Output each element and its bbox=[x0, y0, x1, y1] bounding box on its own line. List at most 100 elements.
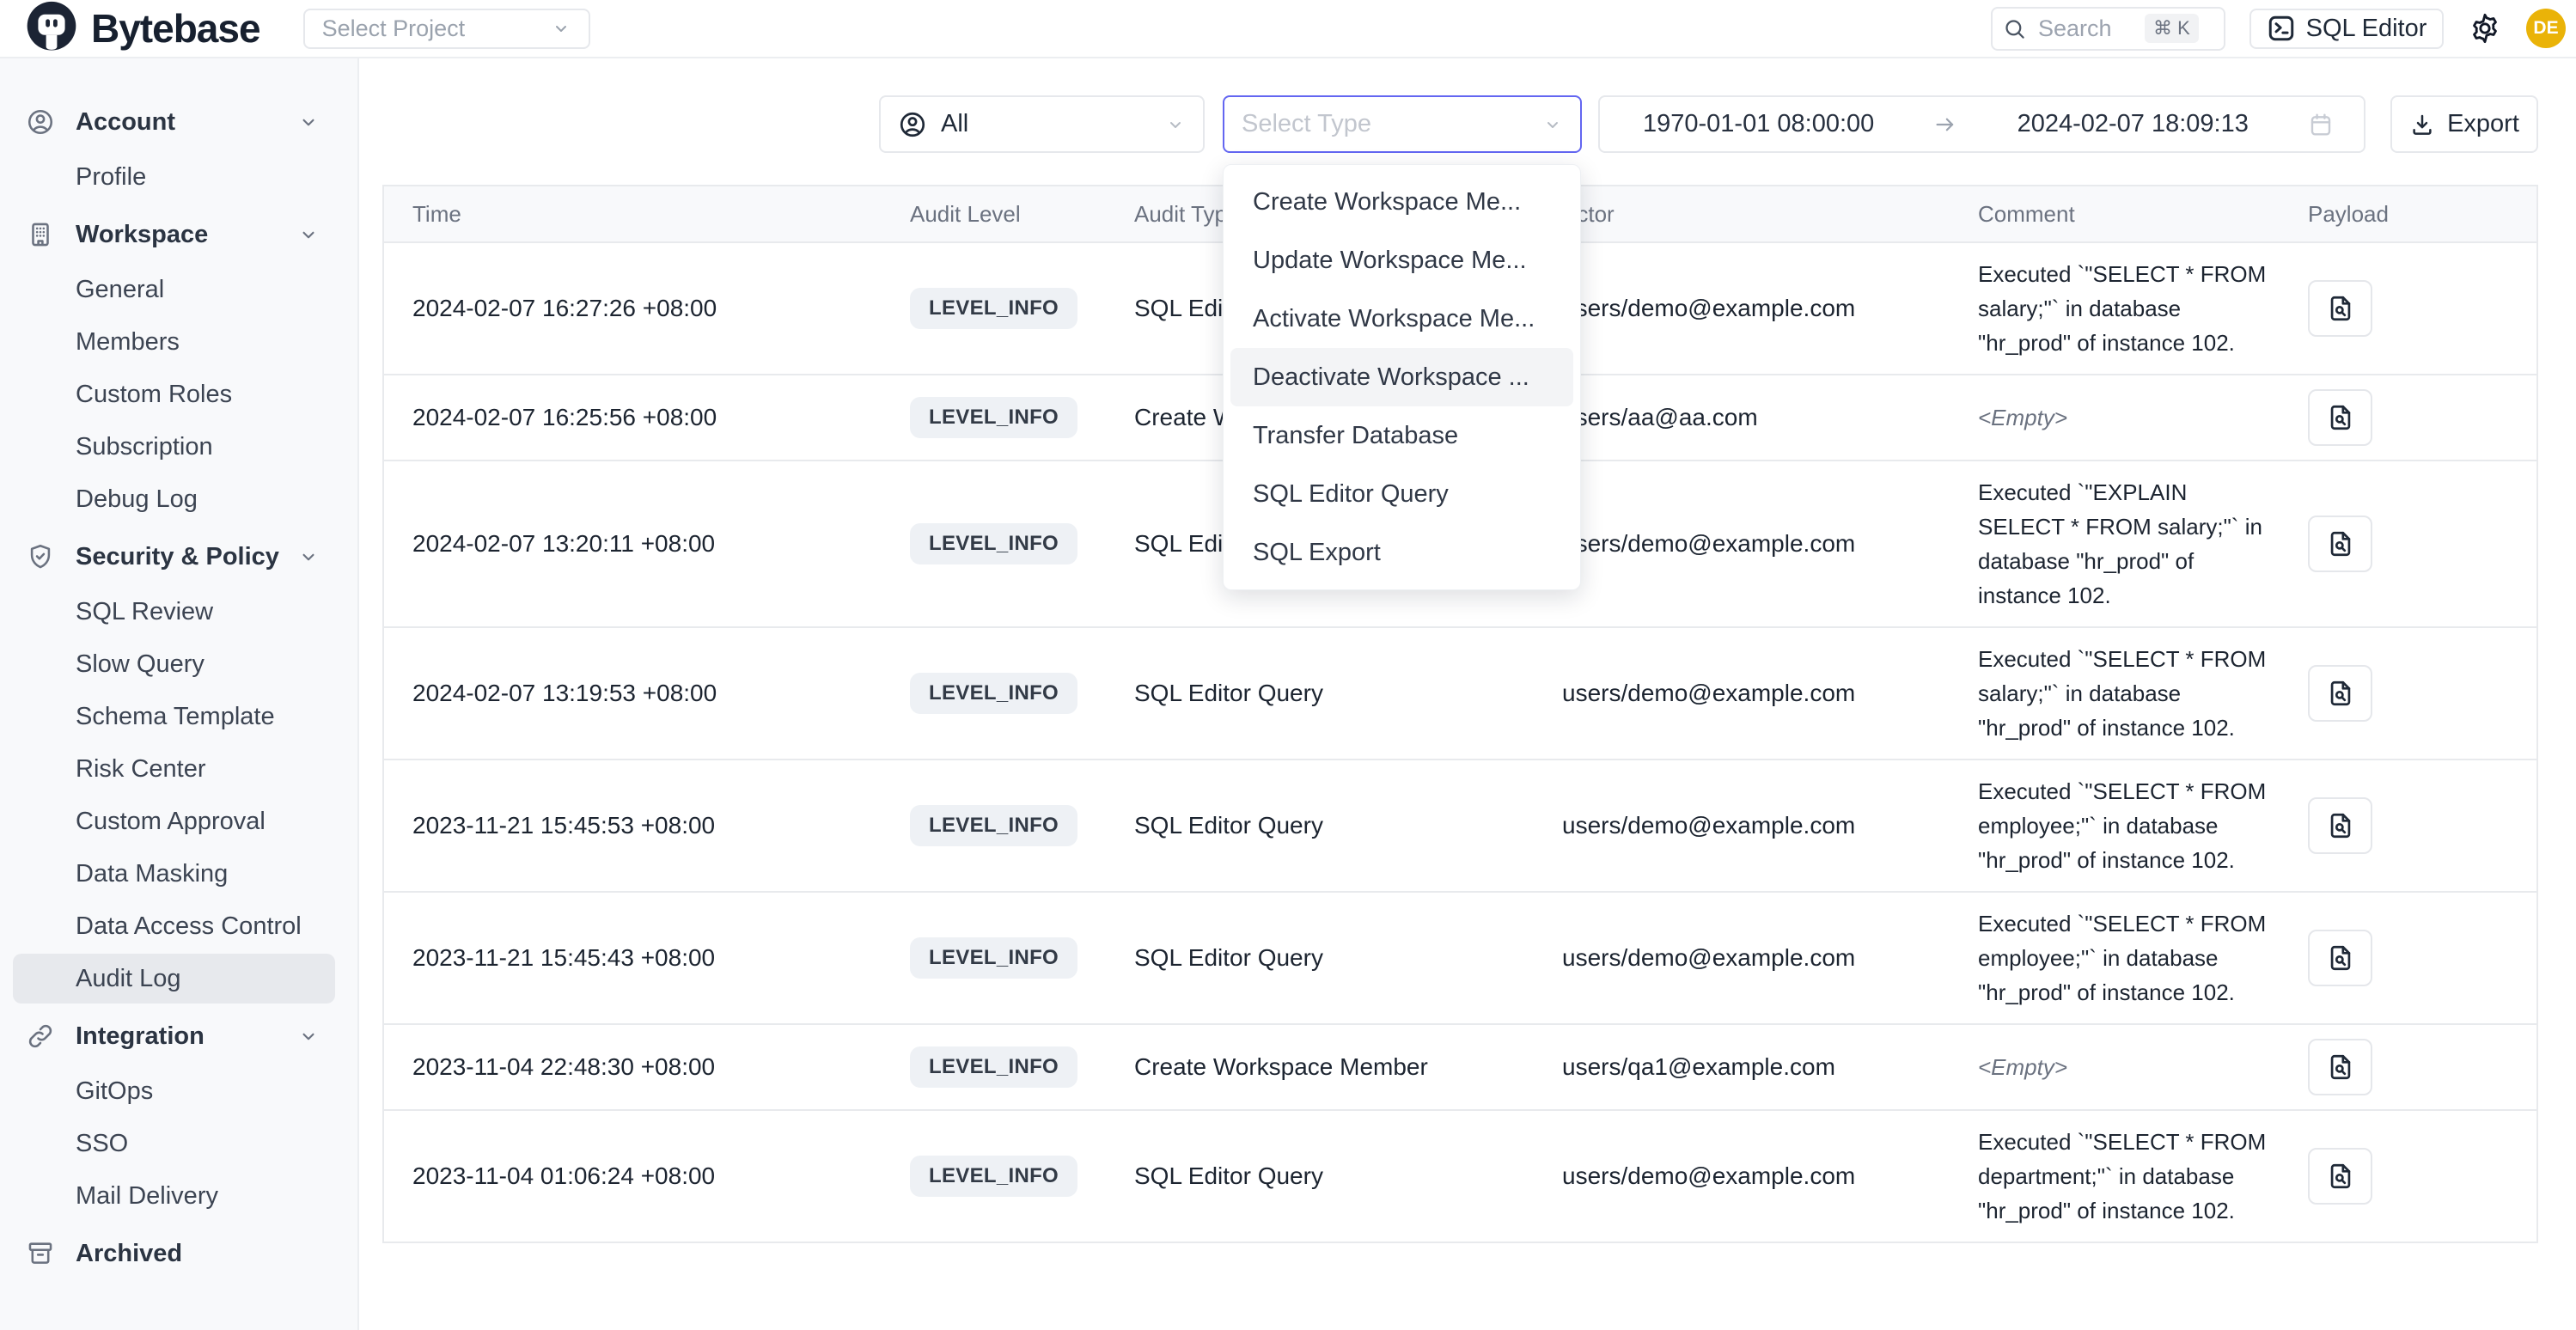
settings-button[interactable] bbox=[2468, 11, 2502, 46]
person-circle-icon bbox=[898, 110, 927, 139]
table-row: 2023-11-21 15:45:53 +08:00LEVEL_INFO SQL … bbox=[384, 760, 2536, 893]
empty-comment-value: <Empty> bbox=[1978, 1054, 2067, 1080]
payload-view-button[interactable] bbox=[2308, 665, 2372, 722]
table-row: 2023-11-21 15:45:43 +08:00LEVEL_INFOSQL … bbox=[384, 893, 2536, 1025]
sidebar-item-audit-log[interactable]: Audit Log bbox=[13, 954, 335, 1004]
search-box[interactable]: ⌘ K bbox=[1991, 7, 2225, 51]
sidebar-section-label: Archived bbox=[76, 1240, 332, 1268]
building-icon bbox=[26, 220, 55, 249]
sidebar-item-risk-center[interactable]: Risk Center bbox=[13, 744, 335, 794]
empty-comment-value: <Empty> bbox=[1978, 405, 2067, 430]
sidebar-item-custom-roles[interactable]: Custom Roles bbox=[13, 369, 335, 419]
project-select[interactable]: Select Project bbox=[303, 9, 590, 49]
sidebar-item-gitops[interactable]: GitOps bbox=[13, 1066, 335, 1116]
sidebar-item-data-access-control[interactable]: Data Access Control bbox=[13, 901, 335, 951]
actor-filter-select[interactable]: All bbox=[879, 95, 1205, 153]
user-circle-icon bbox=[26, 107, 55, 137]
cell-comment: Executed `"EXPLAIN SELECT * FROM salary;… bbox=[1978, 475, 2287, 613]
type-dropdown-menu: Create Workspace Me...Update Workspace M… bbox=[1223, 164, 1581, 590]
sidebar-section-archived[interactable]: Archived bbox=[0, 1226, 357, 1281]
sidebar-item-subscription[interactable]: Subscription bbox=[13, 422, 335, 472]
sidebar-item-slow-query[interactable]: Slow Query bbox=[13, 639, 335, 689]
cell-payload bbox=[2287, 930, 2536, 986]
payload-view-button[interactable] bbox=[2308, 930, 2372, 986]
cell-actor: users/demo@example.com bbox=[1562, 680, 1978, 707]
dropdown-option-sql-editor-query[interactable]: SQL Editor Query bbox=[1230, 465, 1573, 523]
download-icon bbox=[2409, 112, 2435, 137]
sidebar-section-label: Integration bbox=[76, 1022, 297, 1051]
table-row: 2023-11-04 01:06:24 +08:00LEVEL_INFOSQL … bbox=[384, 1111, 2536, 1243]
file-search-icon bbox=[2326, 1052, 2355, 1082]
actor-filter-value: All bbox=[941, 110, 1151, 138]
sidebar-item-sso[interactable]: SSO bbox=[13, 1119, 335, 1168]
chevron-down-icon bbox=[297, 546, 320, 568]
cell-time: 2023-11-21 15:45:53 +08:00 bbox=[384, 812, 910, 839]
sidebar-item-debug-log[interactable]: Debug Log bbox=[13, 474, 335, 524]
sidebar-item-mail-delivery[interactable]: Mail Delivery bbox=[13, 1171, 335, 1221]
sidebar-section-integration[interactable]: Integration bbox=[0, 1009, 357, 1064]
avatar[interactable]: DE bbox=[2526, 9, 2566, 48]
cell-audit-type: Create Workspace Member bbox=[1134, 1053, 1562, 1081]
payload-view-button[interactable] bbox=[2308, 516, 2372, 572]
payload-view-button[interactable] bbox=[2308, 389, 2372, 446]
chevron-down-icon bbox=[297, 223, 320, 246]
search-icon bbox=[2003, 17, 2026, 40]
sidebar-item-profile[interactable]: Profile bbox=[13, 152, 335, 202]
cell-audit-level: LEVEL_INFO bbox=[910, 937, 1134, 979]
chevron-down-icon bbox=[1542, 114, 1563, 135]
payload-view-button[interactable] bbox=[2308, 1039, 2372, 1095]
sidebar-section-security-policy[interactable]: Security & Policy bbox=[0, 529, 357, 584]
cell-actor: users/demo@example.com bbox=[1562, 812, 1978, 839]
column-header-level: Audit Level bbox=[910, 201, 1134, 228]
file-search-icon bbox=[2326, 529, 2355, 558]
dropdown-option-create-workspace-me[interactable]: Create Workspace Me... bbox=[1230, 173, 1573, 231]
sql-editor-button[interactable]: SQL Editor bbox=[2249, 9, 2444, 49]
sidebar-item-members[interactable]: Members bbox=[13, 317, 335, 367]
dropdown-option-transfer-database[interactable]: Transfer Database bbox=[1230, 406, 1573, 465]
file-search-icon bbox=[2326, 403, 2355, 432]
column-header-time: Time bbox=[384, 201, 910, 228]
sidebar-section-account[interactable]: Account bbox=[0, 95, 357, 149]
table-row: 2024-02-07 13:19:53 +08:00LEVEL_INFOSQL … bbox=[384, 628, 2536, 760]
sidebar-item-sql-review[interactable]: SQL Review bbox=[13, 587, 335, 637]
cell-audit-level: LEVEL_INFO bbox=[910, 805, 1134, 846]
cell-actor: users/aa@aa.com bbox=[1562, 404, 1978, 431]
cell-comment: Executed `"SELECT * FROM salary;"` in da… bbox=[1978, 257, 2287, 360]
dropdown-option-sql-export[interactable]: SQL Export bbox=[1230, 523, 1573, 582]
sidebar-item-schema-template[interactable]: Schema Template bbox=[13, 692, 335, 741]
gear-icon bbox=[2468, 11, 2502, 46]
sidebar-section-workspace[interactable]: Workspace bbox=[0, 207, 357, 262]
dropdown-option-update-workspace-me[interactable]: Update Workspace Me... bbox=[1230, 231, 1573, 290]
cell-time: 2024-02-07 13:20:11 +08:00 bbox=[384, 530, 910, 558]
search-input[interactable] bbox=[2036, 15, 2134, 43]
cell-payload bbox=[2287, 389, 2536, 446]
brand[interactable]: Bytebase bbox=[22, 0, 260, 58]
cell-actor: users/demo@example.com bbox=[1562, 530, 1978, 558]
sidebar-item-custom-approval[interactable]: Custom Approval bbox=[13, 796, 335, 846]
cell-audit-level: LEVEL_INFO bbox=[910, 1156, 1134, 1197]
sidebar-item-general[interactable]: General bbox=[13, 265, 335, 314]
cell-payload bbox=[2287, 1148, 2536, 1205]
sidebar-section-label: Account bbox=[76, 108, 297, 137]
payload-view-button[interactable] bbox=[2308, 797, 2372, 854]
cell-payload bbox=[2287, 665, 2536, 722]
cell-payload bbox=[2287, 280, 2536, 337]
audit-level-badge: LEVEL_INFO bbox=[910, 805, 1077, 846]
topbar: Bytebase Select Project ⌘ K SQL Editor D bbox=[0, 0, 2576, 58]
cell-actor: users/qa1@example.com bbox=[1562, 1053, 1978, 1081]
payload-view-button[interactable] bbox=[2308, 280, 2372, 337]
dropdown-option-activate-workspace-me[interactable]: Activate Workspace Me... bbox=[1230, 290, 1573, 348]
cell-payload bbox=[2287, 797, 2536, 854]
cell-time: 2023-11-04 01:06:24 +08:00 bbox=[384, 1162, 910, 1190]
sidebar: AccountProfileWorkspaceGeneralMembersCus… bbox=[0, 57, 359, 1330]
dropdown-option-deactivate-workspace[interactable]: Deactivate Workspace ... bbox=[1230, 348, 1573, 406]
cell-audit-type: SQL Editor Query bbox=[1134, 812, 1562, 839]
sidebar-item-data-masking[interactable]: Data Masking bbox=[13, 849, 335, 899]
date-to-value: 2024-02-07 18:09:13 bbox=[2017, 110, 2249, 138]
export-button[interactable]: Export bbox=[2390, 95, 2538, 153]
date-range-picker[interactable]: 1970-01-01 08:00:00 2024-02-07 18:09:13 bbox=[1598, 95, 2365, 153]
cell-audit-level: LEVEL_INFO bbox=[910, 523, 1134, 564]
type-filter-select[interactable]: Select Type bbox=[1223, 95, 1582, 153]
file-search-icon bbox=[2326, 294, 2355, 323]
payload-view-button[interactable] bbox=[2308, 1148, 2372, 1205]
